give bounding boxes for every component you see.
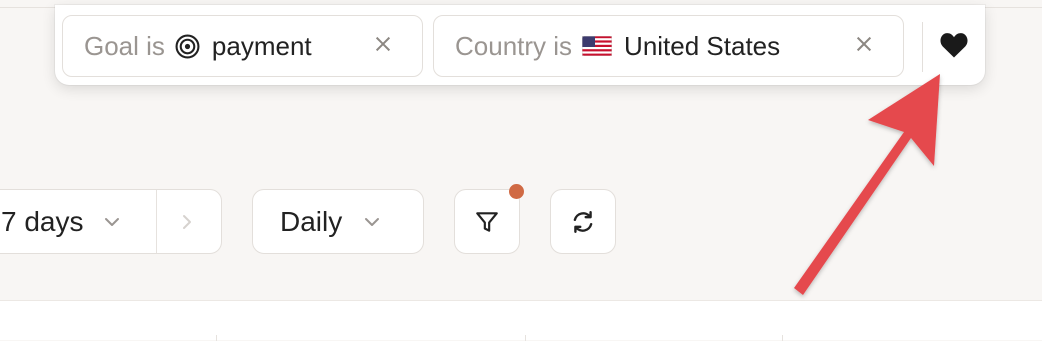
funnel-icon xyxy=(476,211,498,232)
filter-value: payment xyxy=(211,30,312,61)
interval-selector[interactable]: Daily xyxy=(252,189,424,254)
column-divider xyxy=(782,335,783,341)
column-divider xyxy=(216,335,217,341)
filter-chip-country[interactable]: Country is United States xyxy=(433,15,904,77)
column-divider xyxy=(525,335,526,341)
filter-value: United States xyxy=(624,30,781,61)
target-icon xyxy=(175,34,200,58)
interval-label: Daily xyxy=(280,205,343,237)
chevron-right-icon[interactable] xyxy=(182,214,192,230)
refresh-button[interactable] xyxy=(550,189,616,254)
date-range-selector[interactable]: 7 days xyxy=(0,189,222,254)
annotation-arrow-icon xyxy=(794,74,940,295)
refresh-icon xyxy=(573,210,593,233)
date-range-label: 7 days xyxy=(1,205,84,237)
filter-active-indicator xyxy=(509,184,524,199)
divider xyxy=(922,22,923,72)
chevron-down-icon xyxy=(365,217,380,226)
us-flag-icon xyxy=(582,36,613,56)
remove-filter-icon[interactable] xyxy=(372,33,394,55)
filter-label: Goal is xyxy=(84,30,165,61)
heart-icon[interactable] xyxy=(939,31,969,59)
divider xyxy=(156,190,157,253)
remove-filter-icon[interactable] xyxy=(853,33,875,55)
chevron-down-icon xyxy=(104,217,119,226)
filter-chip-goal[interactable]: Goal is payment xyxy=(62,15,423,77)
filter-label: Country is xyxy=(455,30,573,61)
filter-button[interactable] xyxy=(454,189,520,254)
